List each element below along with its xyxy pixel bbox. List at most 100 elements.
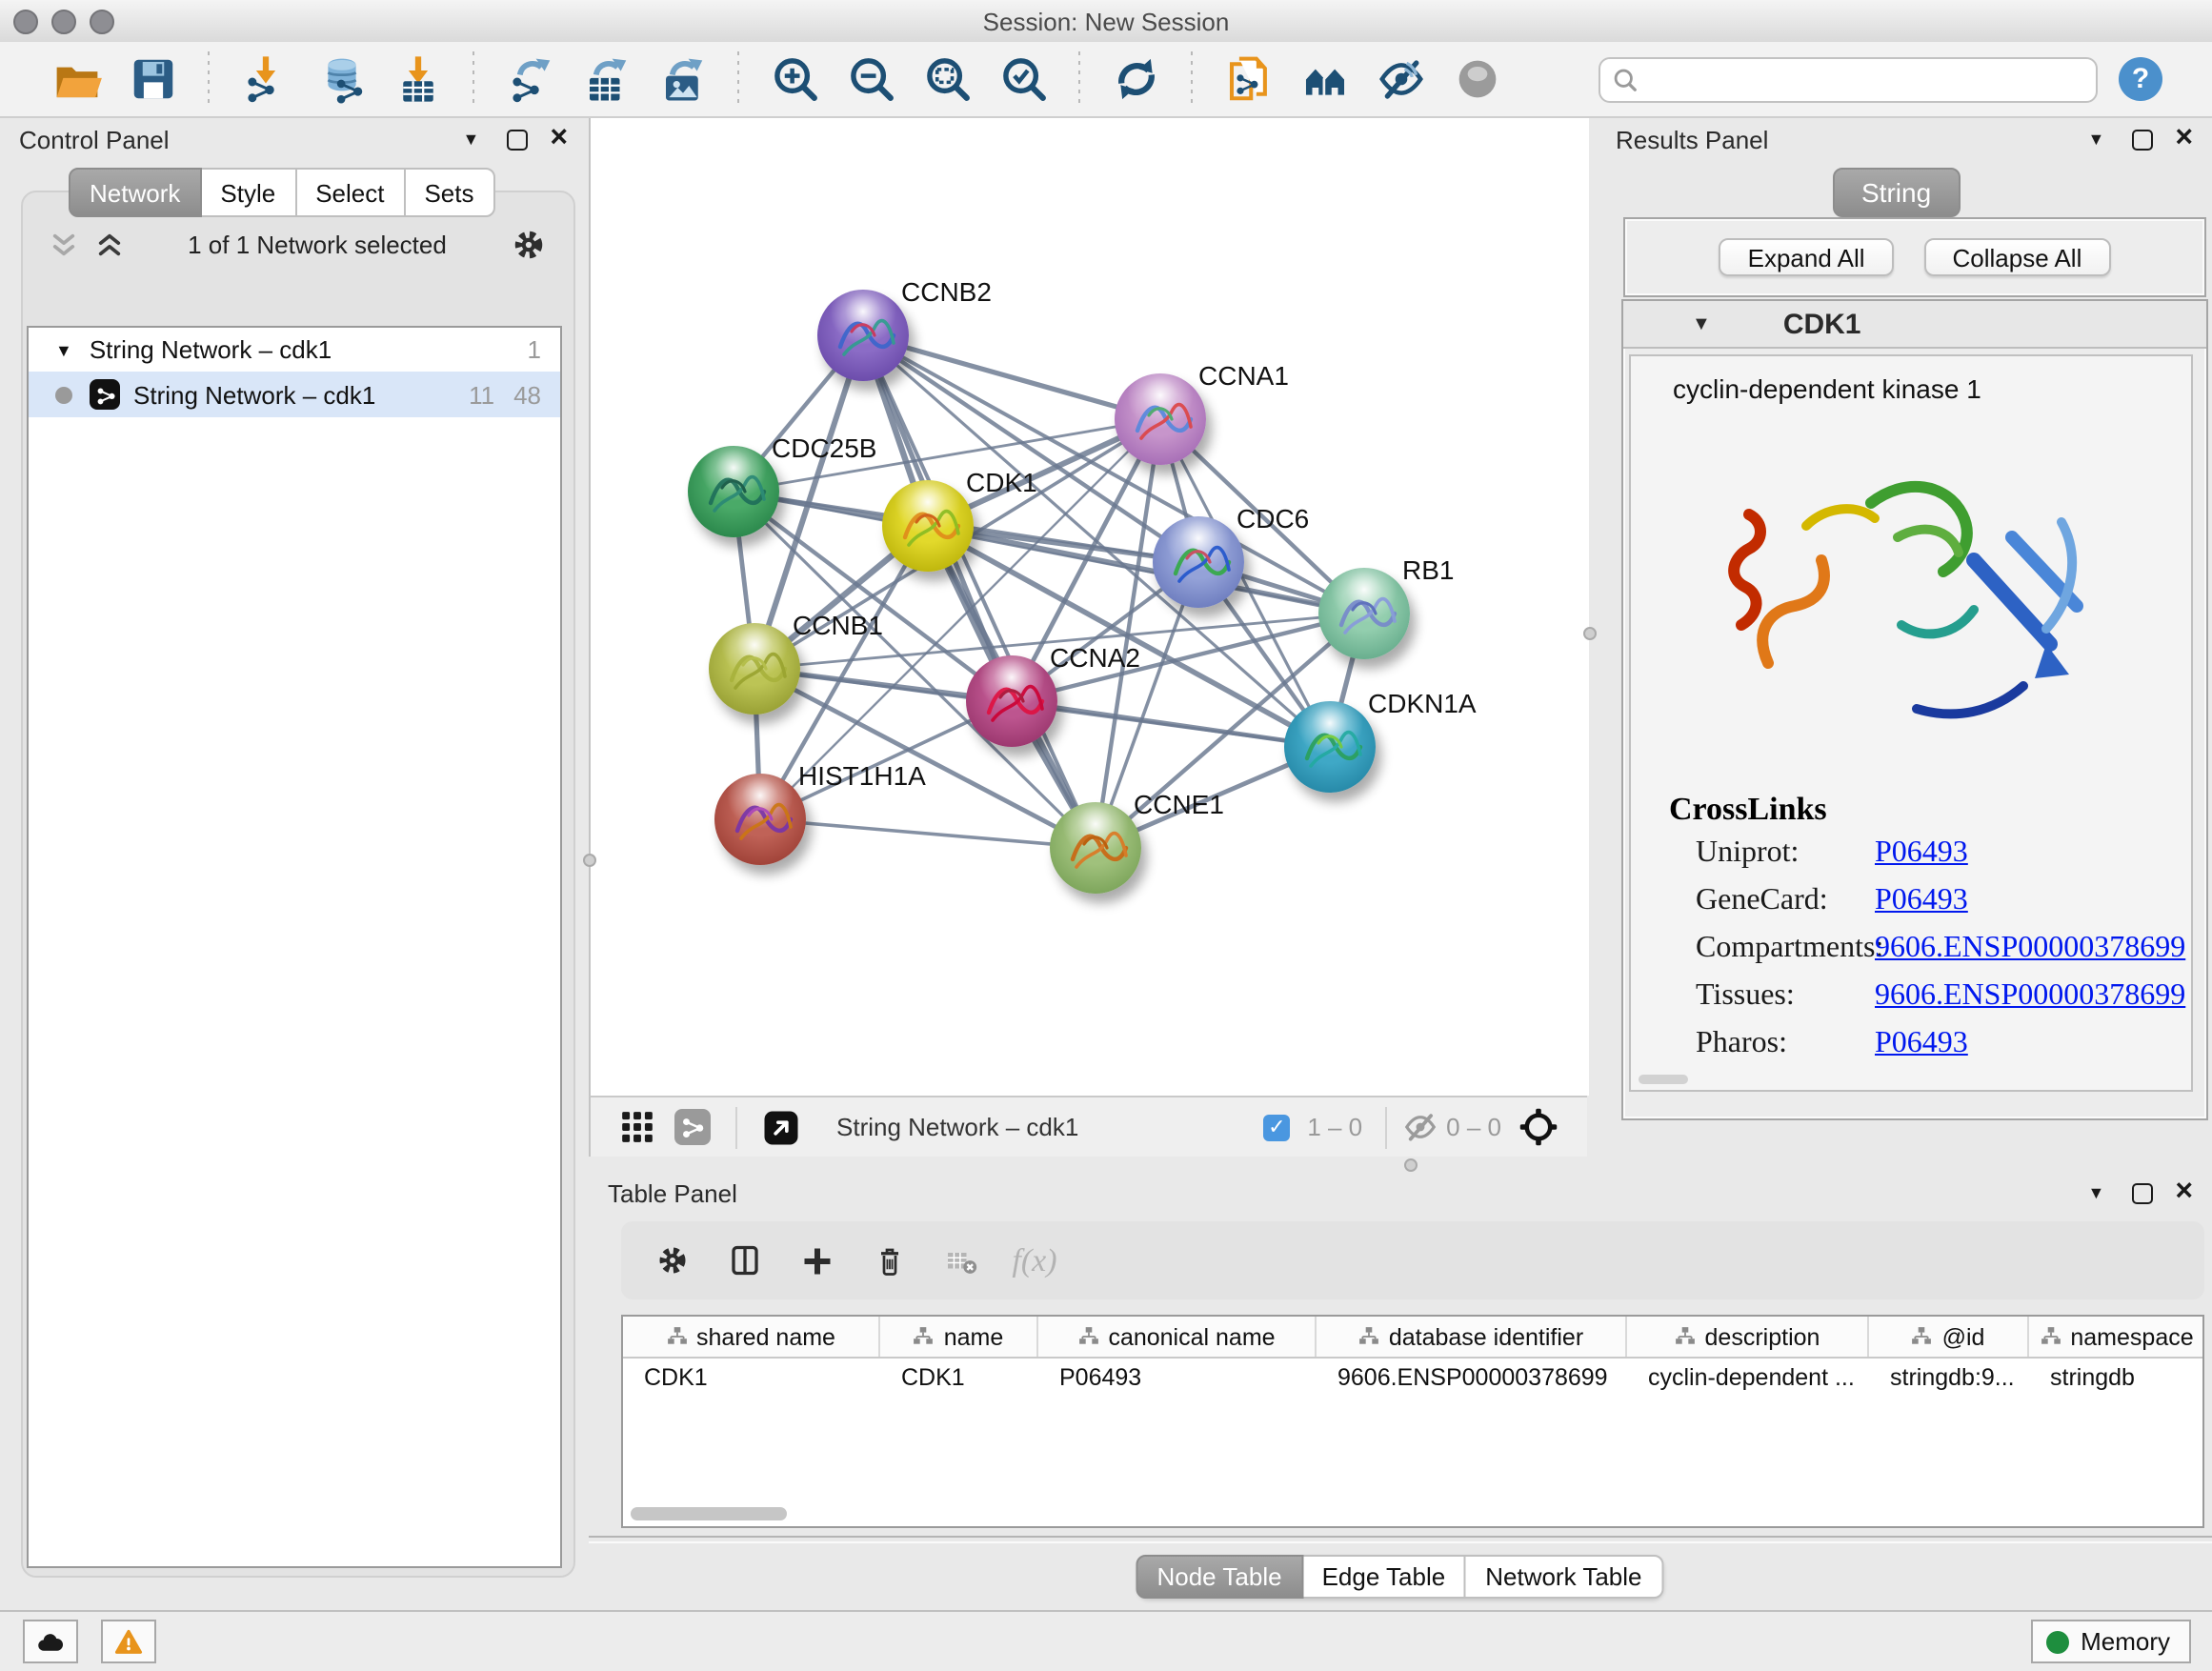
- network-collection-row[interactable]: ▼ String Network – cdk1 1: [29, 328, 560, 372]
- memory-button[interactable]: Memory: [2031, 1620, 2191, 1663]
- splitter-handle[interactable]: [1404, 1158, 1418, 1172]
- crosslink-genecard-link[interactable]: P06493: [1875, 884, 1968, 918]
- table-cell[interactable]: CDK1: [623, 1359, 880, 1400]
- import-table-button[interactable]: [387, 49, 448, 110]
- tab-string[interactable]: String: [1833, 168, 1960, 217]
- help-button[interactable]: ?: [2119, 57, 2162, 101]
- show-columns-button[interactable]: [716, 1232, 774, 1289]
- crosslink-compartments-link[interactable]: 9606.ENSP00000378699: [1875, 932, 2185, 966]
- network-node-CDC6[interactable]: [1153, 516, 1244, 608]
- apply-layout-button[interactable]: [1105, 49, 1166, 110]
- tree-caret-icon[interactable]: ▼: [55, 340, 72, 359]
- cloud-status-button[interactable]: [23, 1620, 78, 1663]
- panel-maximize-icon[interactable]: [2131, 129, 2152, 150]
- panel-close-button[interactable]: ×: [2175, 124, 2193, 154]
- export-table-button[interactable]: [575, 49, 636, 110]
- import-network-from-database-button[interactable]: [311, 49, 372, 110]
- network-node-CCNA2[interactable]: [966, 655, 1057, 747]
- expand-all-button[interactable]: Expand All: [1719, 238, 1894, 276]
- show-eye-button[interactable]: [1446, 49, 1507, 110]
- collapse-all-button[interactable]: Collapse All: [1924, 238, 2111, 276]
- export-image-button[interactable]: [652, 49, 713, 110]
- tab-edge-table[interactable]: Edge Table: [1301, 1555, 1467, 1599]
- export-network-button[interactable]: [499, 49, 560, 110]
- panel-maximize-icon[interactable]: [506, 129, 527, 150]
- table-cell[interactable]: stringdb:9...: [1869, 1359, 2029, 1400]
- crosslink-pharos-link[interactable]: P06493: [1875, 1027, 1968, 1061]
- horizontal-splitter[interactable]: [589, 1157, 1587, 1172]
- network-canvas[interactable]: CCNB2CCNA1CDC25BCDK1CDC6RB1CCNB1CCNA2CDK…: [589, 118, 1589, 1096]
- results-horizontal-scrollbar[interactable]: [1639, 1075, 1688, 1084]
- table-row[interactable]: CDK1CDK1P064939606.ENSP00000378699cyclin…: [623, 1359, 2202, 1400]
- column-header-name[interactable]: name: [880, 1317, 1038, 1357]
- column-header-description[interactable]: description: [1627, 1317, 1869, 1357]
- save-session-button[interactable]: [122, 49, 183, 110]
- network-node-CCNE1[interactable]: [1050, 802, 1141, 894]
- create-column-button[interactable]: [789, 1232, 846, 1289]
- panel-close-button[interactable]: ×: [550, 124, 568, 154]
- network-options-gear-icon[interactable]: [511, 226, 547, 262]
- panel-float-button[interactable]: ▼: [2087, 1183, 2104, 1202]
- network-node-HIST1H1A[interactable]: [714, 774, 806, 865]
- panel-close-button[interactable]: ×: [2175, 1178, 2193, 1208]
- zoom-selected-button[interactable]: [993, 49, 1054, 110]
- network-list-view-button[interactable]: [671, 1105, 714, 1149]
- tab-network[interactable]: Network: [69, 168, 201, 217]
- network-edge[interactable]: [1012, 701, 1330, 747]
- table-cell[interactable]: stringdb: [2029, 1359, 2204, 1400]
- crosslink-tissues-link[interactable]: 9606.ENSP00000378699: [1875, 979, 2185, 1014]
- panel-maximize-icon[interactable]: [2131, 1182, 2152, 1203]
- zoom-in-button[interactable]: [764, 49, 825, 110]
- search-input[interactable]: [1639, 64, 2084, 94]
- column-header-shared-name[interactable]: shared name: [623, 1317, 880, 1357]
- table-cell[interactable]: cyclin-dependent ...: [1627, 1359, 1869, 1400]
- delete-columns-button[interactable]: [861, 1232, 918, 1289]
- table-cell[interactable]: 9606.ENSP00000378699: [1317, 1359, 1627, 1400]
- network-node-CDKN1A[interactable]: [1284, 701, 1376, 793]
- import-network-button[interactable]: [234, 49, 295, 110]
- table-cell[interactable]: CDK1: [880, 1359, 1038, 1400]
- table-options-button[interactable]: [644, 1232, 701, 1289]
- annotation-button[interactable]: [1217, 49, 1278, 110]
- table-horizontal-scrollbar[interactable]: [631, 1507, 787, 1520]
- panel-float-button[interactable]: ▼: [462, 130, 479, 149]
- expand-all-networks-icon[interactable]: [50, 232, 78, 256]
- collapse-all-networks-icon[interactable]: [95, 232, 124, 256]
- tab-select[interactable]: Select: [294, 168, 405, 217]
- column-header--id[interactable]: @id: [1869, 1317, 2029, 1357]
- detach-view-button[interactable]: [758, 1104, 804, 1150]
- network-node-CCNB1[interactable]: [709, 623, 800, 715]
- zoom-fit-button[interactable]: [916, 49, 977, 110]
- warnings-button[interactable]: [101, 1620, 156, 1663]
- column-header-namespace[interactable]: namespace: [2029, 1317, 2204, 1357]
- network-node-CDK1[interactable]: [882, 480, 974, 572]
- network-node-RB1[interactable]: [1318, 568, 1410, 659]
- network-edge[interactable]: [863, 335, 1364, 614]
- column-header-database-identifier[interactable]: database identifier: [1317, 1317, 1627, 1357]
- right-splitter-handle[interactable]: [1583, 627, 1597, 640]
- column-header-canonical-name[interactable]: canonical name: [1038, 1317, 1317, 1357]
- network-node-CCNA1[interactable]: [1115, 373, 1206, 465]
- search-field[interactable]: [1599, 56, 2098, 102]
- left-splitter-handle[interactable]: [583, 854, 596, 867]
- grid-view-button[interactable]: [615, 1105, 659, 1149]
- network-node-CCNB2[interactable]: [817, 290, 909, 381]
- selected-checkbox-icon[interactable]: ✓: [1263, 1114, 1290, 1140]
- tab-sets[interactable]: Sets: [403, 168, 494, 217]
- zoom-out-button[interactable]: [840, 49, 901, 110]
- gene-entry-header[interactable]: ▼ CDK1: [1623, 301, 2206, 349]
- tab-node-table[interactable]: Node Table: [1136, 1555, 1302, 1599]
- entry-caret-icon[interactable]: ▼: [1692, 313, 1711, 334]
- birdseye-view-button[interactable]: [1515, 1103, 1562, 1151]
- save-floppy-icon: [127, 53, 178, 105]
- network-row-selected[interactable]: String Network – cdk1 11 48: [29, 372, 560, 417]
- crosslink-uniprot-link[interactable]: P06493: [1875, 836, 1968, 871]
- tab-style[interactable]: Style: [199, 168, 296, 217]
- table-cell[interactable]: P06493: [1038, 1359, 1317, 1400]
- network-node-CDC25B[interactable]: [688, 446, 779, 537]
- panel-float-button[interactable]: ▼: [2087, 130, 2104, 149]
- hide-unhide-button[interactable]: [1370, 49, 1431, 110]
- network-overview-button[interactable]: [1294, 49, 1355, 110]
- tab-network-table[interactable]: Network Table: [1464, 1555, 1662, 1599]
- open-session-button[interactable]: [46, 49, 107, 110]
